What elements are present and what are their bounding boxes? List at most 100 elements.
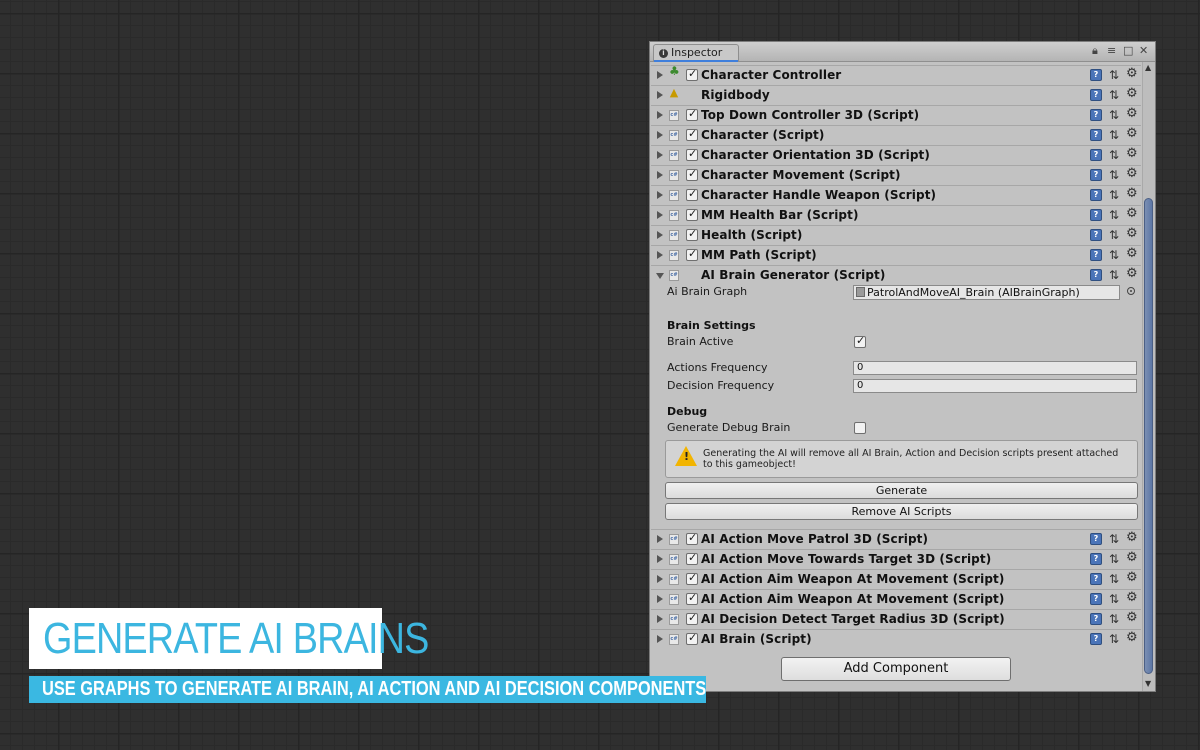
gear-icon[interactable]: ⚙: [1126, 146, 1138, 162]
preset-icon[interactable]: ⇅: [1109, 268, 1119, 282]
component-header[interactable]: c# Character Movement (Script)? ⇅ ⚙: [651, 165, 1141, 185]
gear-icon[interactable]: ⚙: [1126, 530, 1138, 546]
close-icon[interactable]: ✕: [1139, 45, 1148, 57]
foldout-arrow-icon[interactable]: [657, 595, 663, 603]
foldout-arrow-icon[interactable]: [657, 535, 663, 543]
component-enabled-checkbox[interactable]: [686, 247, 698, 261]
gear-icon[interactable]: ⚙: [1126, 226, 1138, 242]
component-enabled-checkbox[interactable]: [686, 127, 698, 141]
preset-icon[interactable]: ⇅: [1109, 532, 1119, 546]
foldout-arrow-icon[interactable]: [657, 71, 663, 79]
component-enabled-checkbox[interactable]: [686, 167, 698, 181]
help-icon[interactable]: ?: [1090, 129, 1102, 141]
gear-icon[interactable]: ⚙: [1126, 106, 1138, 122]
help-icon[interactable]: ?: [1090, 633, 1102, 645]
component-header[interactable]: c# Character Orientation 3D (Script)? ⇅ ⚙: [651, 145, 1141, 165]
preset-icon[interactable]: ⇅: [1109, 128, 1119, 142]
help-icon[interactable]: ?: [1090, 109, 1102, 121]
gear-icon[interactable]: ⚙: [1126, 126, 1138, 142]
component-header[interactable]: c# AI Brain (Script)? ⇅ ⚙: [651, 629, 1141, 649]
maximize-icon[interactable]: □: [1123, 45, 1133, 57]
help-icon[interactable]: ?: [1090, 209, 1102, 221]
foldout-arrow-icon[interactable]: [657, 211, 663, 219]
preset-icon[interactable]: ⇅: [1109, 168, 1119, 182]
scroll-down-icon[interactable]: ▼: [1145, 679, 1151, 688]
foldout-arrow-icon[interactable]: [657, 131, 663, 139]
component-header[interactable]: ♣ Character Controller? ⇅ ⚙: [651, 65, 1141, 85]
foldout-arrow-icon[interactable]: [657, 635, 663, 643]
help-icon[interactable]: ?: [1090, 269, 1102, 281]
tab-inspector[interactable]: i Inspector: [653, 44, 739, 62]
component-header[interactable]: c# Character (Script)? ⇅ ⚙: [651, 125, 1141, 145]
preset-icon[interactable]: ⇅: [1109, 68, 1119, 82]
foldout-arrow-icon[interactable]: [657, 231, 663, 239]
preset-icon[interactable]: ⇅: [1109, 88, 1119, 102]
remove-ai-scripts-button[interactable]: Remove AI Scripts: [665, 503, 1138, 520]
gear-icon[interactable]: ⚙: [1126, 66, 1138, 82]
preset-icon[interactable]: ⇅: [1109, 108, 1119, 122]
brain-active-checkbox[interactable]: [854, 334, 866, 348]
foldout-arrow-icon[interactable]: [657, 251, 663, 259]
preset-icon[interactable]: ⇅: [1109, 148, 1119, 162]
preset-icon[interactable]: ⇅: [1109, 612, 1119, 626]
component-enabled-checkbox[interactable]: [686, 187, 698, 201]
preset-icon[interactable]: ⇅: [1109, 208, 1119, 222]
foldout-arrow-icon[interactable]: [657, 555, 663, 563]
foldout-arrow-icon[interactable]: [657, 575, 663, 583]
gear-icon[interactable]: ⚙: [1126, 186, 1138, 202]
actions-frequency-input[interactable]: 0: [853, 361, 1137, 375]
gear-icon[interactable]: ⚙: [1126, 206, 1138, 222]
object-picker-icon[interactable]: [1127, 287, 1135, 295]
component-header[interactable]: ▲ Rigidbody? ⇅ ⚙: [651, 85, 1141, 105]
foldout-arrow-icon[interactable]: [656, 273, 664, 279]
help-icon[interactable]: ?: [1090, 573, 1102, 585]
preset-icon[interactable]: ⇅: [1109, 228, 1119, 242]
scroll-up-icon[interactable]: ▲: [1145, 63, 1151, 72]
component-header[interactable]: c# MM Health Bar (Script)? ⇅ ⚙: [651, 205, 1141, 225]
component-enabled-checkbox[interactable]: [686, 551, 698, 565]
component-enabled-checkbox[interactable]: [686, 227, 698, 241]
help-icon[interactable]: ?: [1090, 69, 1102, 81]
component-header-ai-brain-generator[interactable]: c# AI Brain Generator (Script) ? ⇅ ⚙: [651, 265, 1141, 285]
gear-icon[interactable]: ⚙: [1126, 590, 1138, 606]
component-enabled-checkbox[interactable]: [686, 611, 698, 625]
help-icon[interactable]: ?: [1090, 189, 1102, 201]
help-icon[interactable]: ?: [1090, 169, 1102, 181]
preset-icon[interactable]: ⇅: [1109, 188, 1119, 202]
preset-icon[interactable]: ⇅: [1109, 552, 1119, 566]
gear-icon[interactable]: ⚙: [1126, 166, 1138, 182]
add-component-button[interactable]: Add Component: [781, 657, 1011, 681]
gear-icon[interactable]: ⚙: [1126, 610, 1138, 626]
generate-debug-brain-checkbox[interactable]: [854, 422, 866, 434]
menu-icon[interactable]: ≡: [1107, 45, 1116, 57]
component-header[interactable]: c# AI Action Move Towards Target 3D (Scri…: [651, 549, 1141, 569]
lock-icon[interactable]: 🔒︎: [1092, 45, 1098, 57]
component-header[interactable]: c# Top Down Controller 3D (Script)? ⇅ ⚙: [651, 105, 1141, 125]
gear-icon[interactable]: ⚙: [1126, 630, 1138, 646]
component-enabled-checkbox[interactable]: [686, 631, 698, 645]
preset-icon[interactable]: ⇅: [1109, 572, 1119, 586]
component-header[interactable]: c# AI Action Move Patrol 3D (Script)? ⇅ ⚙: [651, 529, 1141, 549]
preset-icon[interactable]: ⇅: [1109, 632, 1119, 646]
component-enabled-checkbox[interactable]: [686, 107, 698, 121]
help-icon[interactable]: ?: [1090, 533, 1102, 545]
help-icon[interactable]: ?: [1090, 593, 1102, 605]
component-enabled-checkbox[interactable]: [686, 147, 698, 161]
component-enabled-checkbox[interactable]: [686, 571, 698, 585]
component-header[interactable]: c# MM Path (Script)? ⇅ ⚙: [651, 245, 1141, 265]
foldout-arrow-icon[interactable]: [657, 615, 663, 623]
foldout-arrow-icon[interactable]: [657, 151, 663, 159]
component-header[interactable]: c# Health (Script)? ⇅ ⚙: [651, 225, 1141, 245]
help-icon[interactable]: ?: [1090, 553, 1102, 565]
gear-icon[interactable]: ⚙: [1126, 86, 1138, 102]
component-enabled-checkbox[interactable]: [686, 207, 698, 221]
help-icon[interactable]: ?: [1090, 613, 1102, 625]
ai-brain-graph-field[interactable]: PatrolAndMoveAI_Brain (AIBrainGraph): [853, 285, 1120, 300]
foldout-arrow-icon[interactable]: [657, 191, 663, 199]
help-icon[interactable]: ?: [1090, 249, 1102, 261]
gear-icon[interactable]: ⚙: [1126, 570, 1138, 586]
component-enabled-checkbox[interactable]: [686, 67, 698, 81]
gear-icon[interactable]: ⚙: [1126, 550, 1138, 566]
preset-icon[interactable]: ⇅: [1109, 248, 1119, 262]
help-icon[interactable]: ?: [1090, 149, 1102, 161]
